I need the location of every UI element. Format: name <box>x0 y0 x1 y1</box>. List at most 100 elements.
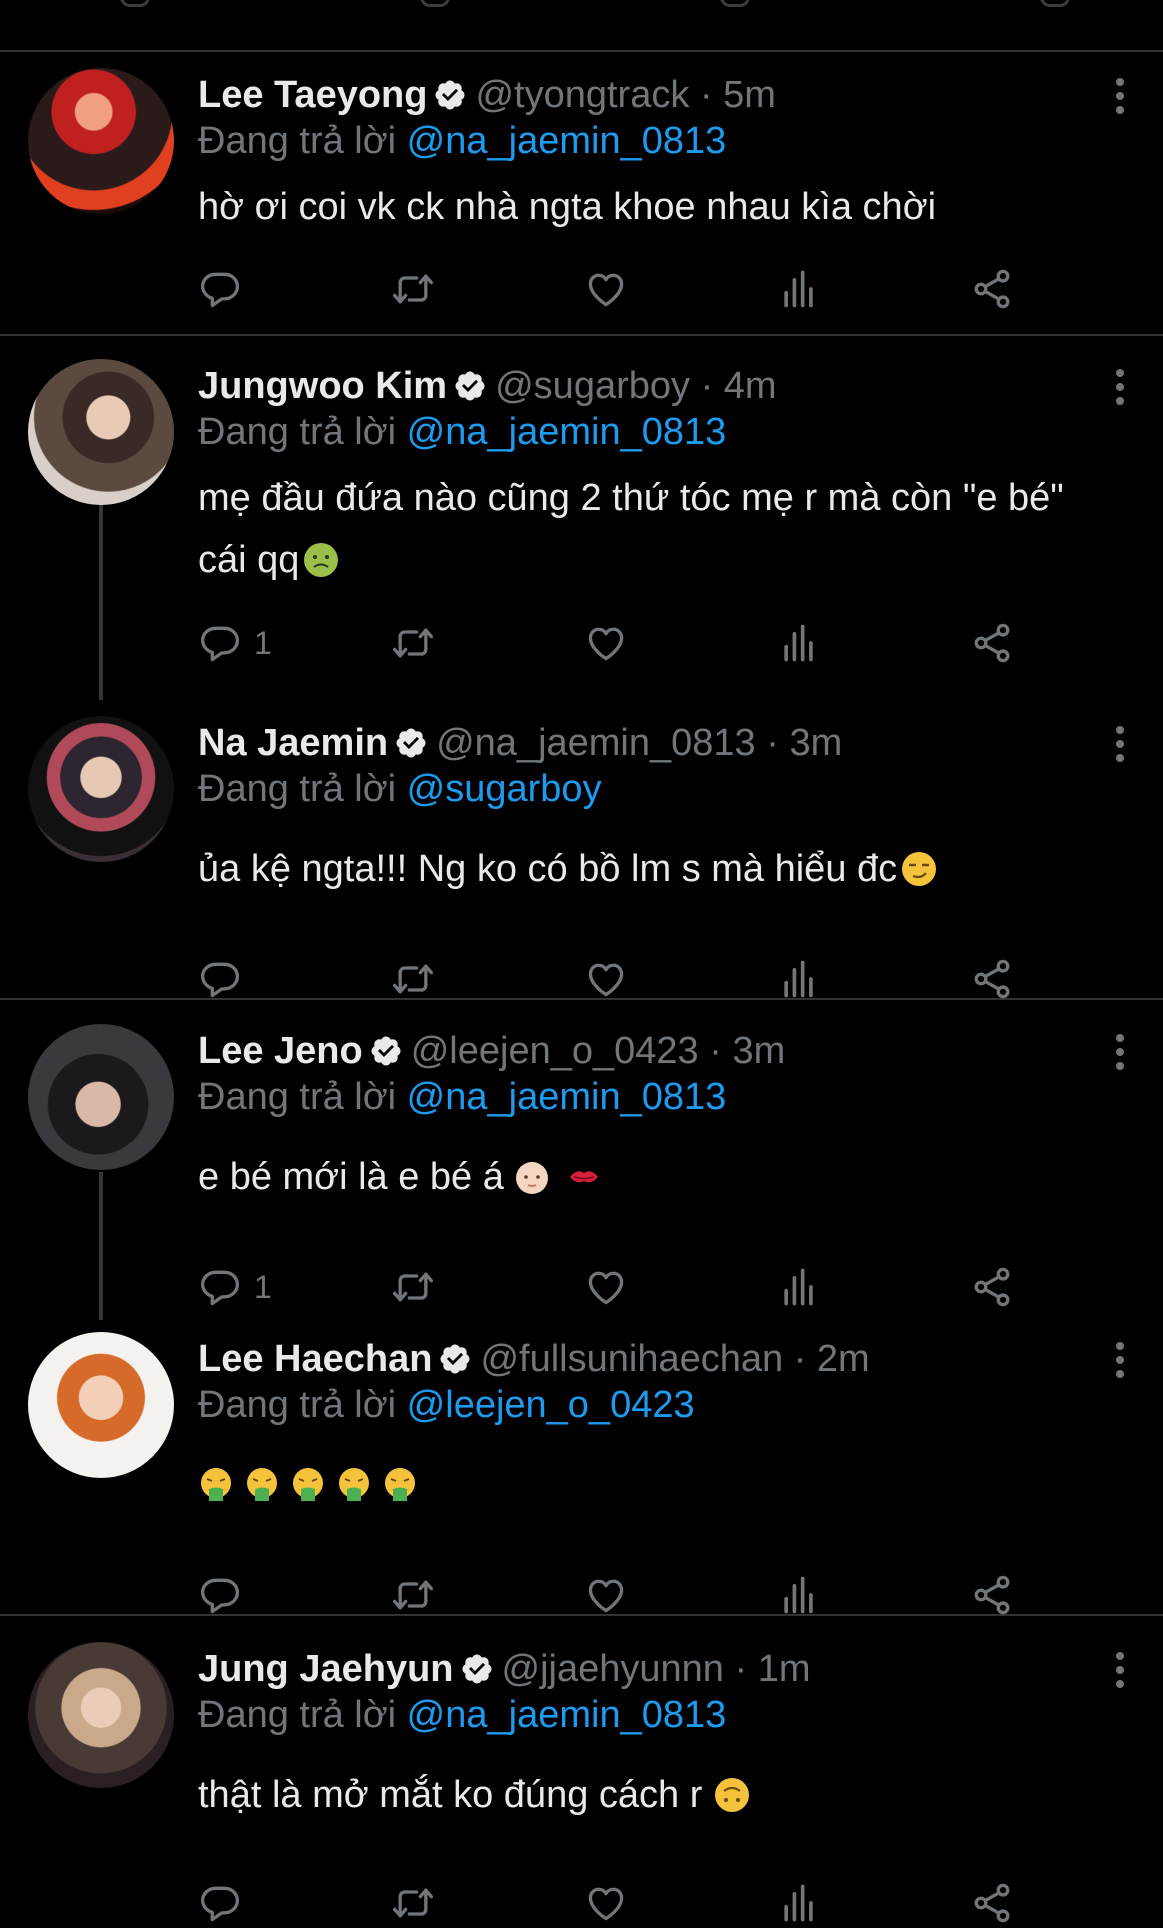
analytics-icon <box>777 1265 821 1309</box>
display-name[interactable]: Jung Jaehyun <box>198 1648 454 1690</box>
display-name[interactable]: Lee Taeyong <box>198 74 427 116</box>
timestamp[interactable]: 4m <box>724 365 777 407</box>
reply-mention[interactable]: @na_jaemin_0813 <box>407 1694 727 1736</box>
handle[interactable]: @na_jaemin_0813 <box>436 722 756 764</box>
reply-button[interactable] <box>198 264 254 314</box>
like-button[interactable] <box>584 1262 628 1312</box>
timestamp[interactable]: 5m <box>723 74 776 116</box>
avatar[interactable] <box>28 1642 174 1788</box>
tweet-header: Lee Haechan @fullsunihaechan · 2m <box>198 1336 870 1382</box>
reply-prefix: Đang trả lời <box>198 411 397 453</box>
separator-dot: · <box>690 365 724 407</box>
like-button[interactable] <box>584 264 628 314</box>
verified-badge-icon <box>453 369 487 403</box>
verified-badge-icon <box>460 1652 494 1686</box>
comment-icon <box>198 1573 242 1617</box>
heart-icon <box>584 621 628 665</box>
share-button[interactable] <box>970 264 1014 314</box>
retweet-button[interactable] <box>391 954 435 1004</box>
tweet-text-content: thật là mở mắt ko đúng cách r <box>198 1774 703 1816</box>
share-button[interactable] <box>970 1878 1014 1928</box>
reply-prefix: Đang trả lời <box>198 768 397 810</box>
tweet-lee-jeno[interactable]: Lee Jeno @leejen_o_0423 · 3m Đang trả lời… <box>0 1000 1163 1320</box>
reply-mention[interactable]: @na_jaemin_0813 <box>407 411 727 453</box>
share-button[interactable] <box>970 618 1014 668</box>
tweet-lee-haechan[interactable]: Lee Haechan @fullsunihaechan · 2m Đang tr… <box>0 1308 1163 1616</box>
views-button[interactable] <box>777 1570 821 1620</box>
reply-mention[interactable]: @na_jaemin_0813 <box>407 1076 727 1118</box>
partial-retweet-icon <box>420 0 450 7</box>
share-icon <box>970 621 1014 665</box>
timestamp[interactable]: 1m <box>758 1648 811 1690</box>
retweet-button[interactable] <box>391 618 435 668</box>
vomiting-face-emoji-icon <box>293 1468 323 1501</box>
previous-tweet-actions-strip <box>0 0 1163 52</box>
views-button[interactable] <box>777 954 821 1004</box>
comment-icon <box>198 1881 242 1925</box>
tweet-lee-taeyong[interactable]: Lee Taeyong @tyongtrack · 5m Đang trả lời… <box>0 52 1163 336</box>
avatar[interactable] <box>28 1024 174 1170</box>
like-button[interactable] <box>584 954 628 1004</box>
handle[interactable]: @leejen_o_0423 <box>411 1030 699 1072</box>
avatar[interactable] <box>28 1332 174 1478</box>
display-name[interactable]: Lee Haechan <box>198 1338 432 1380</box>
tweet-text: thật là mở mắt ko đúng cách r <box>198 1764 1098 1826</box>
reply-button[interactable] <box>198 1878 254 1928</box>
analytics-icon <box>777 1573 821 1617</box>
retweet-button[interactable] <box>391 264 435 314</box>
timestamp[interactable]: 3m <box>732 1030 785 1072</box>
handle[interactable]: @fullsunihaechan <box>480 1338 783 1380</box>
partial-like-icon <box>720 0 750 7</box>
reply-button[interactable] <box>198 954 254 1004</box>
display-name[interactable]: Na Jaemin <box>198 722 388 764</box>
reply-button[interactable]: 1 <box>198 618 272 668</box>
views-button[interactable] <box>777 1262 821 1312</box>
retweet-button[interactable] <box>391 1878 435 1928</box>
handle[interactable]: @jjaehyunnn <box>502 1648 724 1690</box>
tweet-na-jaemin[interactable]: Na Jaemin @na_jaemin_0813 · 3m Đang trả l… <box>0 692 1163 1000</box>
retweet-icon <box>391 267 435 311</box>
like-button[interactable] <box>584 1570 628 1620</box>
more-icon[interactable] <box>1115 1034 1125 1076</box>
tweet-header: Jungwoo Kim @sugarboy · 4m <box>198 363 777 409</box>
timestamp[interactable]: 3m <box>789 722 842 764</box>
more-icon[interactable] <box>1115 726 1125 768</box>
share-button[interactable] <box>970 1262 1014 1312</box>
views-button[interactable] <box>777 1878 821 1928</box>
tweet-jung-jaehyun[interactable]: Jung Jaehyun @jjaehyunnn · 1m Đang trả lờ… <box>0 1616 1163 1920</box>
tweet-jungwoo-kim[interactable]: Jungwoo Kim @sugarboy · 4m Đang trả lời @… <box>0 336 1163 700</box>
timestamp[interactable]: 2m <box>817 1338 870 1380</box>
heart-icon <box>584 267 628 311</box>
avatar[interactable] <box>28 716 174 862</box>
more-icon[interactable] <box>1115 78 1125 120</box>
display-name[interactable]: Lee Jeno <box>198 1030 363 1072</box>
share-icon <box>970 267 1014 311</box>
like-button[interactable] <box>584 1878 628 1928</box>
tweet-text: mẹ đầu đứa nào cũng 2 thứ tóc mẹ r mà cò… <box>198 467 1098 591</box>
like-button[interactable] <box>584 618 628 668</box>
share-icon <box>970 1881 1014 1925</box>
more-icon[interactable] <box>1115 1342 1125 1384</box>
reply-context: Đang trả lời @na_jaemin_0813 <box>198 1692 726 1738</box>
share-icon <box>970 957 1014 1001</box>
reply-context: Đang trả lời @na_jaemin_0813 <box>198 118 726 164</box>
avatar[interactable] <box>28 68 174 214</box>
retweet-button[interactable] <box>391 1262 435 1312</box>
avatar[interactable] <box>28 359 174 505</box>
display-name[interactable]: Jungwoo Kim <box>198 365 447 407</box>
reply-mention[interactable]: @na_jaemin_0813 <box>407 120 727 162</box>
views-button[interactable] <box>777 264 821 314</box>
handle[interactable]: @sugarboy <box>495 365 690 407</box>
handle[interactable]: @tyongtrack <box>475 74 689 116</box>
separator-dot: · <box>783 1338 817 1380</box>
reply-button[interactable]: 1 <box>198 1262 272 1312</box>
reply-mention[interactable]: @sugarboy <box>407 768 602 810</box>
more-icon[interactable] <box>1115 369 1125 411</box>
reply-button[interactable] <box>198 1570 254 1620</box>
retweet-button[interactable] <box>391 1570 435 1620</box>
share-button[interactable] <box>970 954 1014 1004</box>
views-button[interactable] <box>777 618 821 668</box>
reply-mention[interactable]: @leejen_o_0423 <box>407 1384 695 1426</box>
more-icon[interactable] <box>1115 1652 1125 1694</box>
share-button[interactable] <box>970 1570 1014 1620</box>
